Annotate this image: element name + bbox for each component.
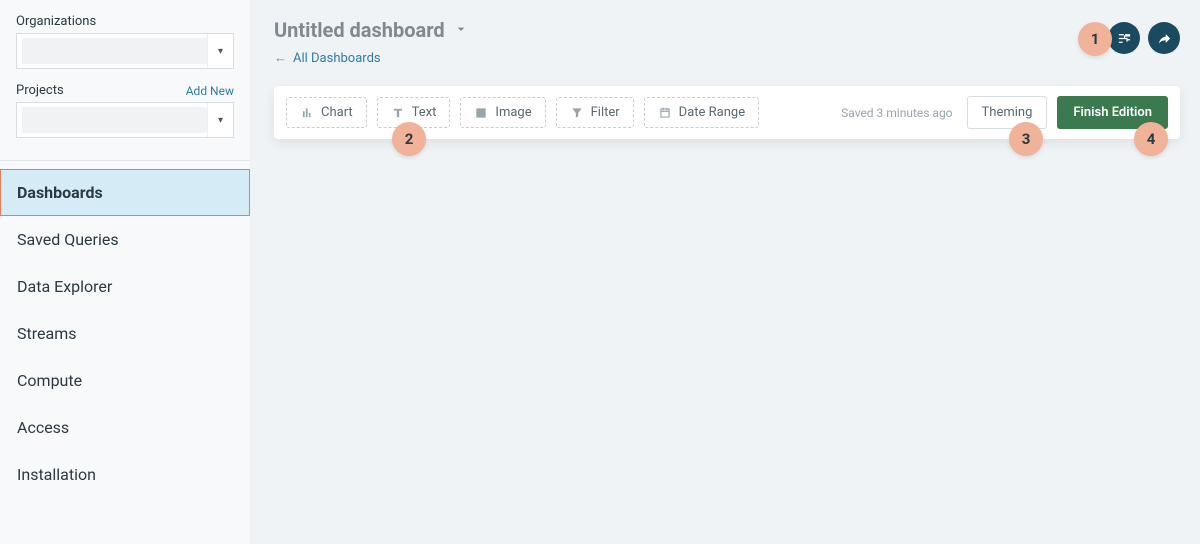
projects-dropdown[interactable]: ▾	[16, 102, 234, 138]
add-filter-button[interactable]: Filter	[556, 97, 634, 128]
chevron-down-icon[interactable]	[453, 21, 469, 40]
sidebar-item-data-explorer[interactable]: Data Explorer	[0, 263, 250, 310]
theming-button[interactable]: Theming	[967, 96, 1048, 129]
calendar-icon	[658, 106, 672, 120]
page-title[interactable]: Untitled dashboard	[274, 18, 445, 42]
add-text-button[interactable]: Text	[377, 97, 451, 128]
settings-button[interactable]	[1108, 22, 1140, 54]
organizations-label: Organizations	[16, 14, 96, 29]
add-chart-button[interactable]: Chart	[286, 97, 367, 128]
editor-toolbar: Chart Text Image Filter Date Range Saved…	[274, 86, 1180, 139]
add-date-range-button[interactable]: Date Range	[644, 97, 759, 128]
caret-down-icon: ▾	[207, 103, 233, 137]
sidebar-item-saved-queries[interactable]: Saved Queries	[0, 216, 250, 263]
sidebar-item-streams[interactable]: Streams	[0, 310, 250, 357]
finish-edition-button[interactable]: Finish Edition	[1057, 96, 1168, 129]
saved-status: Saved 3 minutes ago	[841, 106, 952, 120]
sidebar-nav: Dashboards Saved Queries Data Explorer S…	[0, 161, 250, 498]
main-content: Untitled dashboard ← All Dashboards Char…	[250, 0, 1200, 544]
projects-label: Projects	[16, 83, 64, 98]
sidebar-item-dashboards[interactable]: Dashboards	[0, 169, 250, 216]
chart-icon	[300, 106, 314, 120]
sliders-icon	[1117, 31, 1132, 46]
add-new-link[interactable]: Add New	[186, 84, 234, 98]
share-icon	[1157, 31, 1172, 46]
sidebar-item-installation[interactable]: Installation	[0, 451, 250, 498]
sidebar-item-compute[interactable]: Compute	[0, 357, 250, 404]
add-image-button[interactable]: Image	[460, 97, 545, 128]
breadcrumb-all-dashboards[interactable]: ← All Dashboards	[274, 50, 1180, 66]
sidebar: Organizations ▾ Projects Add New ▾ Dashb…	[0, 0, 250, 544]
arrow-left-icon: ←	[274, 50, 287, 66]
organizations-dropdown[interactable]: ▾	[16, 33, 234, 69]
filter-icon	[570, 106, 584, 120]
caret-down-icon: ▾	[207, 34, 233, 68]
text-icon	[391, 106, 405, 120]
sidebar-item-access[interactable]: Access	[0, 404, 250, 451]
image-icon	[474, 106, 488, 120]
share-button[interactable]	[1148, 22, 1180, 54]
